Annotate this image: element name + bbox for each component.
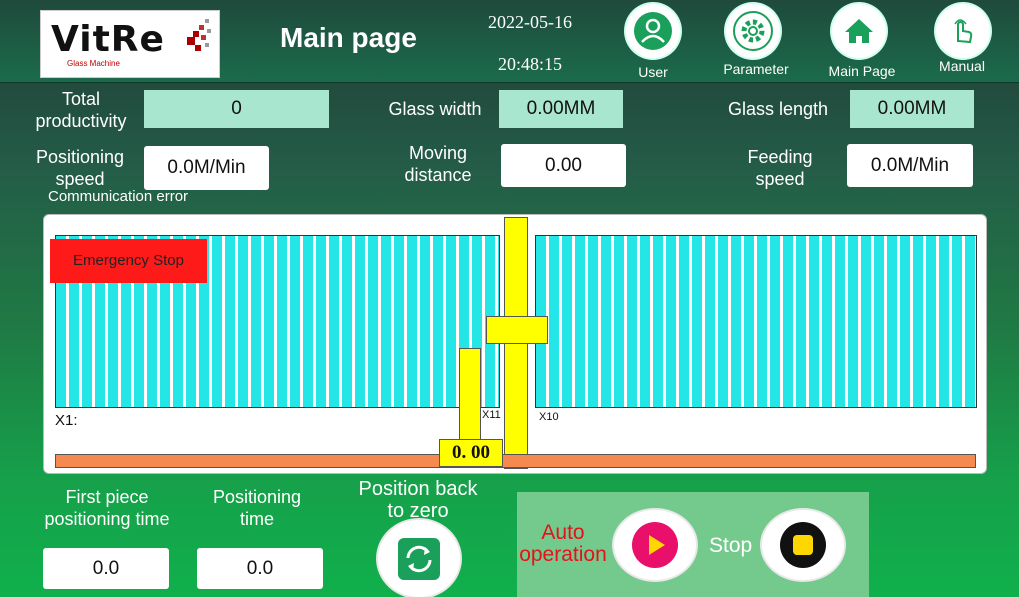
nav-label-manual: Manual <box>939 58 985 74</box>
left-sensor-tag: X1: <box>55 412 78 429</box>
glass-length-label: Glass length <box>727 99 829 119</box>
middle-sensor-tag: X11 <box>482 409 501 421</box>
nav-label-main-page: Main Page <box>828 63 896 79</box>
positioning-time-value: 0.0 <box>197 548 323 589</box>
positioning-pusher <box>459 348 481 446</box>
auto-operation-label: Auto operation <box>519 521 607 566</box>
nav-label-parameter: Parameter <box>723 61 789 77</box>
feeding-speed-label: Feeding speed <box>747 147 813 189</box>
main-page-button[interactable] <box>832 4 886 58</box>
gear-icon <box>733 11 773 51</box>
hand-pointer-icon <box>944 12 982 50</box>
play-icon <box>632 522 678 568</box>
nav-label-user: User <box>638 64 668 80</box>
logo: VitRe Glass Machine <box>40 10 220 78</box>
zero-label: Position back to zero <box>358 478 478 522</box>
positioning-speed-label: Positioning speed <box>35 147 125 189</box>
user-button[interactable] <box>626 4 680 58</box>
position-back-to-zero-button[interactable] <box>378 520 460 597</box>
home-icon <box>840 12 878 50</box>
user-icon <box>634 12 672 50</box>
conveyor-track <box>55 454 976 468</box>
glass-length-value: 0.00MM <box>850 90 974 128</box>
moving-distance-value[interactable]: 0.00 <box>501 144 626 187</box>
refresh-icon <box>398 537 440 580</box>
first-piece-time-value: 0.0 <box>43 548 169 589</box>
moving-distance-label: Moving distance <box>404 143 472 185</box>
stop-label: Stop <box>709 534 753 557</box>
positioning-time-label: Positioning time <box>212 487 302 529</box>
positioning-speed-value[interactable]: 0.0M/Min <box>144 146 269 190</box>
right-roller-rack <box>535 235 977 408</box>
glass-width-value: 0.00MM <box>499 90 623 128</box>
stop-icon <box>780 522 826 568</box>
total-productivity-label: Total productivity <box>35 89 127 131</box>
auto-operation-button[interactable] <box>614 510 696 580</box>
first-piece-time-label: First piece positioning time <box>44 487 170 529</box>
emergency-stop-indicator: Emergency Stop <box>50 239 207 283</box>
time-display: 20:48:15 <box>498 54 563 74</box>
feeding-speed-value[interactable]: 0.0M/Min <box>847 144 973 187</box>
parameter-button[interactable] <box>726 4 780 58</box>
glass-width-label: Glass width <box>388 99 482 119</box>
date-display: 2022-05-16 <box>488 12 572 32</box>
positioning-carriage <box>486 316 548 344</box>
total-productivity-value: 0 <box>144 90 329 128</box>
logo-text: VitRe <box>51 19 165 60</box>
logo-subtext: Glass Machine <box>67 59 120 68</box>
communication-error-text: Communication error <box>48 188 189 205</box>
right-sensor-tag: X10 <box>539 411 559 423</box>
stop-button[interactable] <box>762 510 844 580</box>
logo-dots-icon <box>187 19 211 51</box>
page-title: Main page <box>280 22 417 53</box>
position-readout: 0. 00 <box>439 439 503 467</box>
manual-button[interactable] <box>936 4 990 58</box>
